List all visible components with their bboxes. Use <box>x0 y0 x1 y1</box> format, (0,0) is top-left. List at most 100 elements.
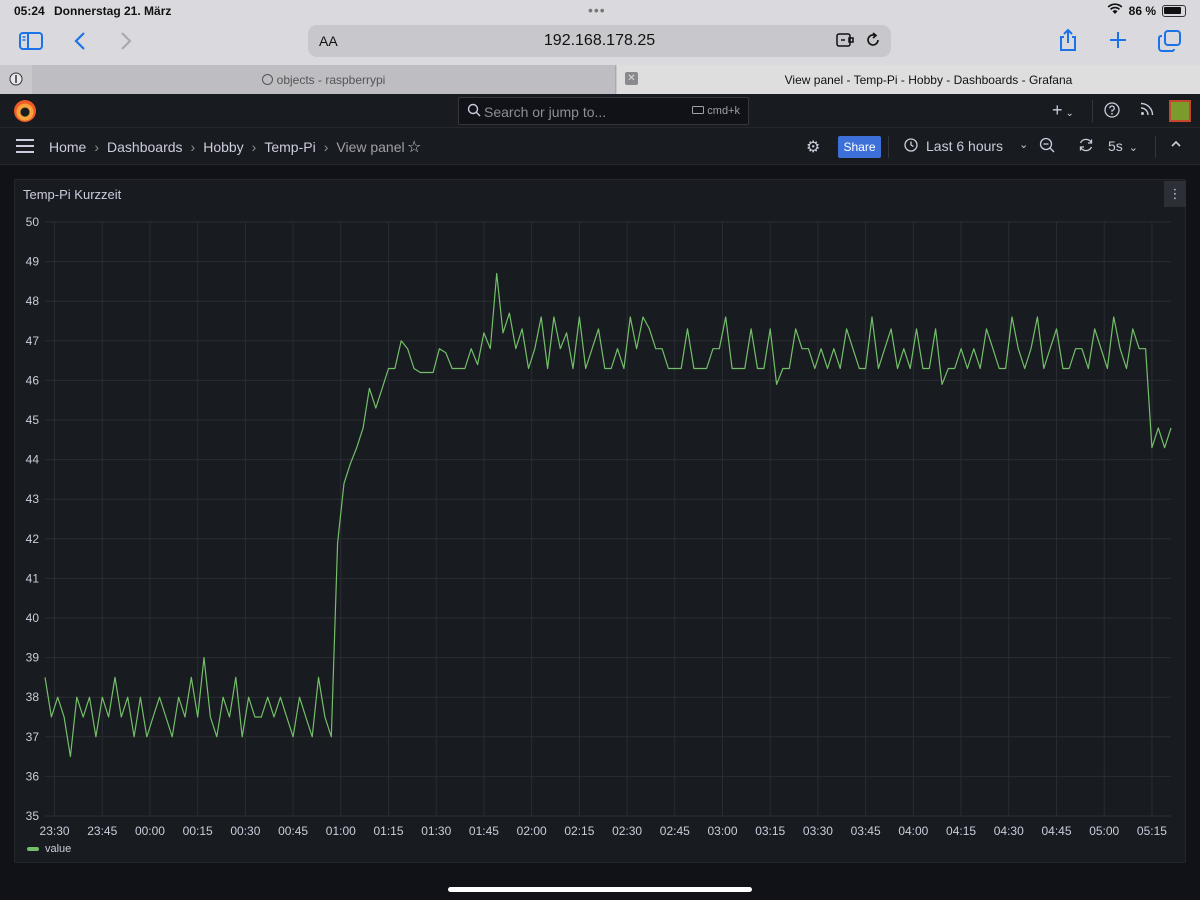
x-tick-label: 01:00 <box>326 824 356 838</box>
y-tick-label: 47 <box>26 334 40 348</box>
chevron-down-icon: ⌄ <box>1128 142 1139 154</box>
breadcrumb-dashboards[interactable]: Dashboards <box>107 139 183 155</box>
status-date: Donnerstag 21. März <box>54 4 172 18</box>
x-tick-label: 04:30 <box>994 824 1024 838</box>
multitasking-dots-icon[interactable]: ••• <box>588 2 606 18</box>
y-tick-label: 49 <box>26 255 40 269</box>
home-indicator <box>448 887 752 892</box>
breadcrumb-temp-pi[interactable]: Temp-Pi <box>264 139 315 155</box>
y-tick-label: 38 <box>26 690 40 704</box>
x-tick-label: 04:15 <box>946 824 976 838</box>
keyboard-icon <box>692 106 705 114</box>
url-text[interactable]: 192.168.178.25 <box>308 32 891 50</box>
share-icon[interactable] <box>1058 28 1078 56</box>
news-feed-icon[interactable] <box>1140 102 1154 120</box>
time-range-picker[interactable]: Last 6 hours ⌄ <box>904 138 1028 155</box>
breadcrumb-hobby[interactable]: Hobby <box>203 139 243 155</box>
search-icon <box>467 103 481 120</box>
x-tick-label: 01:15 <box>374 824 404 838</box>
time-series-panel: Temp-Pi Kurzzeit ⋮ 35 36 37 38 39 40 41 42 43 44 4… <box>14 179 1186 863</box>
y-tick-label: 44 <box>26 453 40 467</box>
breadcrumb: Home › Dashboards › Hobby › Temp-Pi › Vi… <box>49 139 405 155</box>
add-menu-button[interactable]: + ⌄ <box>1052 100 1074 121</box>
divider <box>1155 136 1156 158</box>
reload-icon[interactable] <box>865 32 881 53</box>
breadcrumb-view-panel: View panel <box>336 139 405 155</box>
breadcrumb-separator-icon: › <box>251 139 257 155</box>
x-tick-label: 05:00 <box>1089 824 1119 838</box>
x-tick-label: 23:30 <box>40 824 70 838</box>
safari-toolbar: AA 192.168.178.25 <box>0 22 1200 65</box>
address-bar[interactable]: AA 192.168.178.25 <box>308 25 891 57</box>
x-tick-label: 03:00 <box>707 824 737 838</box>
x-tick-label: 02:45 <box>660 824 690 838</box>
time-range-label: Last 6 hours <box>926 138 1004 154</box>
pinned-tab-icon[interactable] <box>9 72 23 89</box>
user-avatar[interactable] <box>1169 100 1191 122</box>
back-icon[interactable] <box>74 31 86 55</box>
y-tick-label: 42 <box>26 532 40 546</box>
sidebar-icon[interactable] <box>19 31 43 55</box>
settings-gear-icon[interactable]: ⚙ <box>806 137 820 157</box>
legend-swatch <box>27 847 39 851</box>
forward-icon[interactable] <box>120 31 132 55</box>
divider <box>1092 100 1093 122</box>
y-tick-label: 40 <box>26 611 40 625</box>
y-tick-label: 39 <box>26 651 40 665</box>
x-tick-label: 02:00 <box>517 824 547 838</box>
chevron-up-icon[interactable] <box>1170 137 1182 153</box>
close-tab-icon[interactable]: ✕ <box>625 72 638 85</box>
x-tick-label: 03:30 <box>803 824 833 838</box>
menu-icon[interactable] <box>16 139 34 153</box>
help-icon[interactable] <box>1104 102 1120 122</box>
chevron-down-icon: ⌄ <box>1065 108 1074 119</box>
tabs-overview-icon[interactable] <box>1158 30 1182 56</box>
refresh-interval-picker[interactable]: 5s ⌄ <box>1108 138 1138 154</box>
breadcrumb-separator-icon: › <box>190 139 196 155</box>
star-icon[interactable]: ☆ <box>407 137 421 157</box>
x-tick-label: 00:15 <box>183 824 213 838</box>
y-tick-label: 45 <box>26 413 40 427</box>
battery-percentage: 86 % <box>1128 3 1156 18</box>
legend-label: value <box>45 843 72 855</box>
y-tick-label: 41 <box>26 571 40 585</box>
x-tick-label: 04:45 <box>1041 824 1071 838</box>
search-placeholder: Search or jump to... <box>484 104 607 120</box>
zoom-out-icon[interactable] <box>1039 137 1055 157</box>
extension-icon[interactable] <box>836 32 854 53</box>
tab-objects-label: objects - raspberrypi <box>32 73 615 87</box>
share-button[interactable]: Share <box>838 136 881 158</box>
new-tab-icon[interactable] <box>1108 30 1128 54</box>
x-tick-label: 00:00 <box>135 824 165 838</box>
y-tick-label: 46 <box>26 373 40 387</box>
search-input[interactable]: Search or jump to... cmd+k <box>458 97 749 125</box>
globe-icon <box>261 74 273 85</box>
ios-status-bar: 05:24 Donnerstag 21. März ••• 86 % <box>0 0 1200 22</box>
y-tick-label: 36 <box>26 769 40 783</box>
tab-objects[interactable]: objects - raspberrypi <box>32 65 616 94</box>
tab-grafana-label: View panel - Temp-Pi - Hobby - Dashboard… <box>784 73 1073 87</box>
series-line-value <box>44 272 1172 758</box>
x-tick-label: 00:45 <box>278 824 308 838</box>
x-tick-label: 04:00 <box>898 824 928 838</box>
breadcrumb-separator-icon: › <box>323 139 329 155</box>
chart-plot[interactable]: 35 36 37 38 39 40 41 42 43 44 45 46 47 48 49 50 23:30 23:… <box>15 180 1187 864</box>
x-tick-label: 00:30 <box>230 824 260 838</box>
tab-grafana[interactable]: ✕ View panel - Temp-Pi - Hobby - Dashboa… <box>617 65 1200 94</box>
breadcrumb-home[interactable]: Home <box>49 139 86 155</box>
chart-legend[interactable]: value <box>27 843 71 855</box>
refresh-icon[interactable] <box>1078 137 1094 157</box>
wifi-icon <box>1107 3 1123 18</box>
x-tick-label: 03:45 <box>851 824 881 838</box>
y-tick-label: 50 <box>26 215 40 229</box>
status-time: 05:24 <box>14 4 45 18</box>
x-tick-label: 23:45 <box>87 824 117 838</box>
grafana-logo-icon[interactable] <box>14 100 36 122</box>
x-tick-label: 03:15 <box>755 824 785 838</box>
chevron-down-icon: ⌄ <box>1019 139 1029 151</box>
x-tick-label: 05:15 <box>1137 824 1167 838</box>
divider <box>888 136 889 158</box>
tab-bar: objects - raspberrypi ✕ View panel - Tem… <box>0 65 1200 94</box>
keyboard-shortcut-hint: cmd+k <box>692 105 740 117</box>
y-tick-label: 48 <box>26 294 40 308</box>
